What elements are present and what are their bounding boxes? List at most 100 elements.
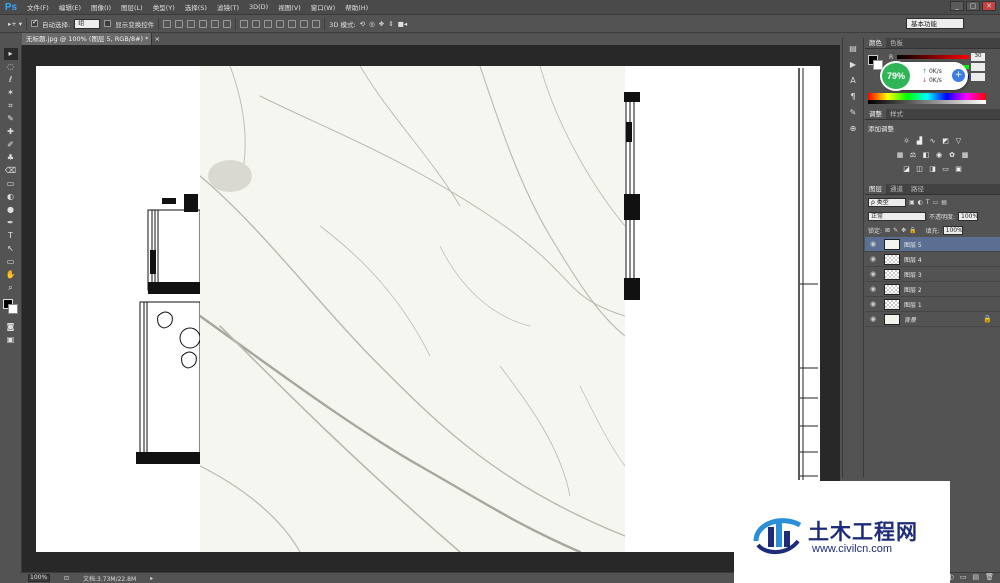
menu-file[interactable]: 文件(F) — [22, 2, 54, 12]
menu-image[interactable]: 图像(I) — [86, 2, 116, 12]
layer-row[interactable]: ◉ 图层 4 — [865, 252, 1000, 267]
lock-move-icon[interactable]: ✥ — [901, 227, 906, 234]
menu-filter[interactable]: 滤镜(T) — [212, 2, 244, 12]
network-speed-widget[interactable]: 79% ↑ 0K/s ↓ 0K/s + — [880, 61, 968, 91]
distribute-vcenter-icon[interactable] — [252, 19, 261, 28]
opacity-field[interactable]: 100% — [958, 211, 978, 221]
channel-mixer-icon[interactable]: ✿ — [948, 151, 957, 160]
new-layer-icon[interactable]: ▤ — [972, 573, 979, 583]
distribute-top-icon[interactable] — [240, 19, 249, 28]
healing-brush-tool-icon[interactable]: ✚ — [4, 126, 18, 138]
quick-mask-icon[interactable]: ◙ — [4, 321, 18, 333]
dodge-tool-icon[interactable]: ● — [4, 204, 18, 216]
move-tool-icon[interactable]: ▸ — [3, 48, 18, 60]
slide-3d-icon[interactable]: ⇕ — [388, 20, 393, 28]
layer-row[interactable]: ◉ 图层 3 — [865, 267, 1000, 282]
align-vcenter-icon[interactable] — [175, 19, 184, 28]
eraser-tool-icon[interactable]: ⌫ — [4, 165, 18, 177]
filter-pixel-icon[interactable]: ▣ — [909, 199, 915, 206]
menu-layer[interactable]: 图层(L) — [116, 2, 148, 12]
status-arrow-icon[interactable]: ▸ — [150, 575, 153, 582]
levels-icon[interactable]: ▟ — [915, 137, 924, 146]
document-tab-close-icon[interactable]: × — [155, 35, 160, 43]
layer-row[interactable]: ◉ 图层 2 — [865, 282, 1000, 297]
auto-select-dropdown[interactable]: 组 — [74, 18, 101, 29]
align-top-icon[interactable] — [163, 19, 172, 28]
eyedropper-tool-icon[interactable]: ✎ — [4, 113, 18, 125]
color-spectrum[interactable] — [868, 93, 986, 104]
photo-filter-icon[interactable]: ◉ — [935, 151, 944, 160]
color-lookup-icon[interactable]: ▩ — [961, 151, 970, 160]
status-icon[interactable]: ⊡ — [64, 575, 69, 582]
brightness-icon[interactable]: ☼ — [902, 137, 911, 146]
distribute-hcenter-icon[interactable] — [288, 19, 297, 28]
auto-align-icon[interactable] — [312, 19, 321, 28]
scale-3d-icon[interactable]: ■◂ — [398, 20, 407, 28]
posterize-icon[interactable]: ◫ — [915, 165, 924, 174]
close-button[interactable]: ✕ — [982, 1, 996, 11]
gradient-map-icon[interactable]: ▭ — [941, 165, 950, 174]
layer-filter-dropdown[interactable]: ρ 类型 — [868, 197, 906, 207]
lasso-tool-icon[interactable]: ℓ — [4, 74, 18, 86]
document-tab[interactable]: 无标题.jpg @ 100% (图层 5, RGB/8#) * × — [22, 33, 160, 45]
show-transform-checkbox[interactable] — [104, 20, 112, 27]
red-value-field[interactable]: 30 — [971, 53, 985, 61]
lock-transparent-icon[interactable]: ⊠ — [885, 227, 890, 234]
brush-panel-icon[interactable]: ✎ — [847, 108, 859, 118]
exposure-icon[interactable]: ◩ — [941, 137, 950, 146]
filter-shape-icon[interactable]: ▭ — [933, 199, 939, 206]
clone-source-panel-icon[interactable]: ⊕ — [847, 124, 859, 134]
layer-row[interactable]: ◉ 图层 1 — [865, 297, 1000, 312]
visibility-eye-icon[interactable]: ◉ — [870, 315, 878, 323]
history-panel-icon[interactable]: ▤ — [847, 44, 859, 54]
lock-paint-icon[interactable]: ✎ — [893, 227, 898, 234]
rotate-3d-icon[interactable]: ⟲ — [360, 20, 365, 28]
tab-layers[interactable]: 图层 — [865, 184, 886, 194]
brush-tool-icon[interactable]: ✐ — [4, 139, 18, 151]
roll-3d-icon[interactable]: ◎ — [369, 20, 375, 28]
menu-view[interactable]: 视图(V) — [273, 2, 306, 12]
zoom-tool-icon[interactable]: ⌕ — [4, 282, 18, 294]
blend-mode-dropdown[interactable]: 正常 — [868, 211, 926, 221]
menu-edit[interactable]: 编辑(E) — [54, 2, 86, 12]
tab-adjustments[interactable]: 调整 — [865, 109, 886, 119]
marquee-tool-icon[interactable]: ◌ — [4, 61, 18, 73]
align-bottom-icon[interactable] — [187, 19, 196, 28]
visibility-eye-icon[interactable]: ◉ — [870, 270, 878, 278]
magic-wand-tool-icon[interactable]: ✶ — [4, 87, 18, 99]
blue-value-field[interactable] — [971, 73, 985, 81]
new-group-icon[interactable]: ▭ — [960, 573, 967, 583]
menu-help[interactable]: 帮助(H) — [340, 2, 373, 12]
align-right-icon[interactable] — [223, 19, 232, 28]
selective-color-icon[interactable]: ▣ — [954, 165, 963, 174]
auto-select-checkbox[interactable] — [31, 18, 39, 27]
tab-paths[interactable]: 路径 — [907, 184, 928, 194]
maximize-button[interactable]: ▢ — [966, 1, 980, 11]
distribute-left-icon[interactable] — [276, 19, 285, 28]
visibility-eye-icon[interactable]: ◉ — [870, 255, 878, 263]
distribute-right-icon[interactable] — [300, 19, 309, 28]
color-balance-icon[interactable]: ⚖ — [909, 151, 918, 160]
vibrance-icon[interactable]: ▽ — [954, 137, 963, 146]
visibility-eye-icon[interactable]: ◉ — [870, 240, 878, 248]
screen-mode-icon[interactable]: ▣ — [4, 334, 18, 346]
background-color-swatch[interactable] — [7, 304, 18, 314]
visibility-eye-icon[interactable]: ◉ — [870, 285, 878, 293]
menu-type[interactable]: 类型(Y) — [148, 2, 180, 12]
filter-type-icon[interactable]: T — [926, 199, 930, 206]
lock-all-icon[interactable]: 🔒 — [909, 227, 916, 234]
green-value-field[interactable] — [971, 63, 985, 71]
visibility-eye-icon[interactable]: ◉ — [870, 300, 878, 308]
threshold-icon[interactable]: ◨ — [928, 165, 937, 174]
red-slider[interactable] — [897, 55, 969, 59]
filter-smart-icon[interactable]: ▤ — [941, 199, 947, 206]
color-swatches[interactable] — [2, 299, 19, 315]
gradient-tool-icon[interactable]: ▭ — [4, 178, 18, 190]
menu-window[interactable]: 窗口(W) — [306, 2, 341, 12]
crop-tool-icon[interactable]: ⌗ — [4, 100, 18, 112]
type-tool-icon[interactable]: T — [4, 230, 18, 242]
black-white-icon[interactable]: ◧ — [922, 151, 931, 160]
clone-stamp-tool-icon[interactable]: ♣ — [4, 152, 18, 164]
invert-icon[interactable]: ◪ — [902, 165, 911, 174]
paragraph-panel-icon[interactable]: ¶ — [847, 92, 859, 102]
